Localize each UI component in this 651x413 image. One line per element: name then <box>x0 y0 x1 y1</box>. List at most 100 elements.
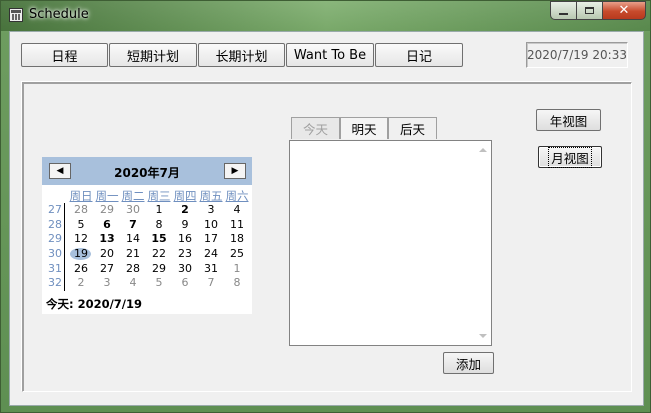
calendar-day-number: 28 <box>74 203 88 216</box>
calendar-day[interactable]: 7 <box>120 218 146 233</box>
window-title: Schedule <box>29 7 89 22</box>
calendar-day[interactable]: 13 <box>94 232 120 247</box>
tab-diary[interactable]: 日记 <box>375 43 463 67</box>
calendar-day[interactable]: 27 <box>94 262 120 277</box>
calendar-day[interactable]: 4 <box>120 276 146 291</box>
calendar-week-number: 32 <box>48 276 62 290</box>
calendar-day[interactable]: 11 <box>224 218 250 233</box>
month-calendar[interactable]: ◀ 2020年7月 ▶ 周日 周一 周二 周三 周四 周五 周六 27 28 29 30 31 32 … <box>42 157 252 314</box>
calendar-day[interactable]: 6 <box>94 218 120 233</box>
schedule-list[interactable] <box>289 140 492 346</box>
calendar-day[interactable]: 16 <box>172 232 198 247</box>
calendar-day-number: 21 <box>126 247 140 261</box>
calendar-day[interactable]: 10 <box>198 218 224 233</box>
calendar-day[interactable]: 8 <box>224 276 250 291</box>
calendar-prev-button[interactable]: ◀ <box>49 163 71 179</box>
calendar-day[interactable]: 31 <box>198 262 224 277</box>
list-scrollbar[interactable] <box>475 141 491 345</box>
tab-tomorrow[interactable]: 明天 <box>340 117 388 139</box>
calendar-day-number: 2 <box>77 276 85 290</box>
calendar-weekday: 周六 <box>225 189 249 203</box>
scroll-down-icon[interactable] <box>479 334 487 338</box>
tab-long-term-plan[interactable]: 长期计划 <box>198 43 285 67</box>
calendar-week-row: 12 13 14 15 16 17 18 <box>68 232 250 247</box>
calendar-day-number: 18 <box>230 232 244 246</box>
calendar-day[interactable]: 29 <box>94 203 120 218</box>
calendar-day-number: 8 <box>155 217 163 231</box>
calendar-day-number: 12 <box>74 232 88 246</box>
calendar-day[interactable]: 28 <box>120 262 146 277</box>
calendar-day[interactable]: 22 <box>146 247 172 262</box>
calendar-day[interactable]: 9 <box>172 218 198 233</box>
calendar-day-number: 27 <box>100 261 114 275</box>
calendar-day-today[interactable]: 19 <box>68 247 94 262</box>
calendar-day-number: 16 <box>178 232 192 246</box>
scroll-up-icon[interactable] <box>479 148 487 152</box>
tab-schedule[interactable]: 日程 <box>21 43 108 67</box>
tab-today[interactable]: 今天 <box>291 117 340 139</box>
calendar-day-number: 4 <box>233 203 241 216</box>
calendar-week-number: 28 <box>48 217 62 231</box>
calendar-day[interactable]: 17 <box>198 232 224 247</box>
calendar-day[interactable]: 30 <box>120 203 146 218</box>
year-view-label: 年视图 <box>549 113 588 129</box>
calendar-day[interactable]: 14 <box>120 232 146 247</box>
calendar-week-row: 2 3 4 5 6 7 8 <box>68 276 250 291</box>
calendar-day-number: 23 <box>178 247 192 261</box>
calendar-weekday: 周二 <box>121 189 145 203</box>
calendar-week-number: 31 <box>48 261 62 275</box>
calendar-day[interactable]: 2 <box>68 276 94 291</box>
calendar-day[interactable]: 8 <box>146 218 172 233</box>
add-label: 添加 <box>455 356 481 372</box>
add-button[interactable]: 添加 <box>443 352 494 374</box>
calendar-day[interactable]: 1 <box>224 262 250 277</box>
close-button[interactable]: ✕ <box>603 1 646 20</box>
maximize-button[interactable] <box>577 1 603 20</box>
calendar-day-grid: 28 29 30 1 2 3 4 5 6 7 8 9 10 11 12 13 14 15 16 17 18 19 20 21 2… <box>68 203 250 291</box>
calendar-day[interactable]: 2 <box>172 203 198 218</box>
calendar-day-number: 30 <box>178 261 192 275</box>
calendar-day[interactable]: 15 <box>146 232 172 247</box>
calendar-day[interactable]: 29 <box>146 262 172 277</box>
calendar-day[interactable]: 18 <box>224 232 250 247</box>
calendar-day[interactable]: 6 <box>172 276 198 291</box>
calendar-day[interactable]: 25 <box>224 247 250 262</box>
calendar-day[interactable]: 12 <box>68 232 94 247</box>
calendar-next-button[interactable]: ▶ <box>224 163 246 179</box>
calendar-day-number: 17 <box>204 232 218 246</box>
calendar-day-number: 15 <box>151 232 167 246</box>
calendar-day[interactable]: 7 <box>198 276 224 291</box>
calendar-day[interactable]: 24 <box>198 247 224 262</box>
calendar-day[interactable]: 3 <box>198 203 224 218</box>
calendar-app-icon[interactable] <box>9 8 23 22</box>
tab-want-to-be[interactable]: Want To Be <box>286 43 374 67</box>
calendar-day-number: 1 <box>233 261 241 275</box>
calendar-day[interactable]: 5 <box>146 276 172 291</box>
calendar-day[interactable]: 28 <box>68 203 94 218</box>
year-view-button[interactable]: 年视图 <box>536 109 601 131</box>
calendar-weekday: 周一 <box>95 189 119 203</box>
tab-day-after-tomorrow[interactable]: 后天 <box>388 117 437 139</box>
calendar-weekday: 周日 <box>69 189 93 203</box>
tab-short-term-plan[interactable]: 短期计划 <box>109 43 197 67</box>
calendar-day-number: 11 <box>230 217 244 231</box>
calendar-day[interactable]: 4 <box>224 203 250 218</box>
calendar-day[interactable]: 1 <box>146 203 172 218</box>
calendar-day-number: 20 <box>100 247 114 261</box>
calendar-day[interactable]: 30 <box>172 262 198 277</box>
calendar-day[interactable]: 26 <box>68 262 94 277</box>
calendar-day[interactable]: 21 <box>120 247 146 262</box>
calendar-day[interactable]: 20 <box>94 247 120 262</box>
minimize-button[interactable] <box>550 1 577 20</box>
month-view-label: 月视图 <box>548 146 592 168</box>
calendar-day[interactable]: 23 <box>172 247 198 262</box>
calendar-day-number: 3 <box>207 203 215 216</box>
calendar-month-title[interactable]: 2020年7月 <box>82 164 212 181</box>
month-view-button[interactable]: 月视图 <box>538 146 602 168</box>
calendar-day[interactable]: 5 <box>68 218 94 233</box>
calendar-weekday-row: 周日 周一 周二 周三 周四 周五 周六 <box>68 188 250 204</box>
title-bar[interactable]: Schedule ✕ <box>1 1 651 31</box>
calendar-day-number: 26 <box>74 261 88 275</box>
calendar-day[interactable]: 3 <box>94 276 120 291</box>
calendar-today-label[interactable]: 今天: 2020/7/19 <box>46 296 142 312</box>
